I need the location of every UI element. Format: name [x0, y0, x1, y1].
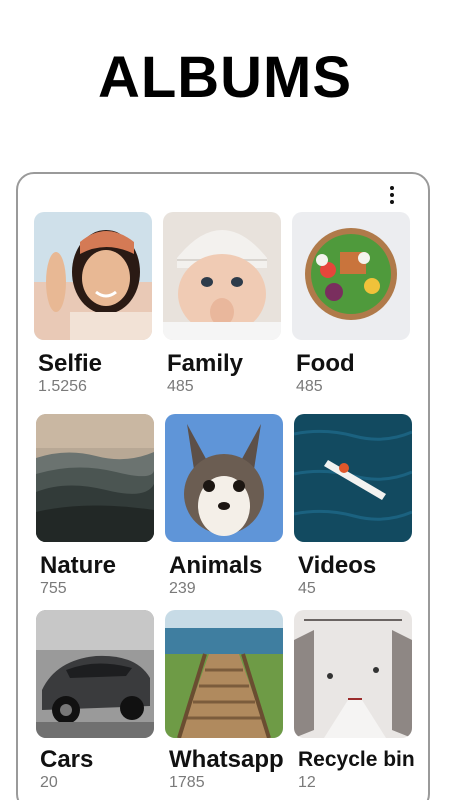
selfie-thumbnail — [34, 212, 152, 340]
album-count: 1.5256 — [38, 378, 87, 395]
album-name: Selfie — [38, 350, 103, 377]
album-animals[interactable]: Animals 239 — [165, 414, 283, 597]
more-vertical-icon[interactable] — [381, 184, 403, 206]
album-name: Whatsapp — [169, 746, 284, 773]
album-videos[interactable]: Videos 45 — [294, 414, 412, 597]
album-name: Nature — [40, 552, 117, 579]
nature-thumbnail — [36, 414, 154, 542]
album-selfie[interactable]: Selfie 1.5256 — [34, 212, 152, 395]
album-nature[interactable]: Nature 755 — [36, 414, 154, 597]
album-count: 45 — [298, 580, 316, 597]
whatsapp-thumbnail — [165, 610, 283, 738]
videos-thumbnail — [294, 414, 412, 542]
recycle-bin-thumbnail — [294, 610, 412, 738]
cars-thumbnail — [36, 610, 154, 738]
album-recycle-bin[interactable]: Recycle bin 12 — [294, 610, 415, 791]
album-name: Recycle bin — [298, 748, 415, 771]
album-whatsapp[interactable]: Whatsapp 1785 — [165, 610, 284, 791]
album-cars[interactable]: Cars 20 — [36, 610, 154, 791]
album-count: 239 — [169, 580, 196, 597]
album-count: 485 — [296, 378, 323, 395]
album-family[interactable]: Family 485 — [163, 212, 281, 395]
album-count: 1785 — [169, 774, 205, 791]
family-thumbnail — [163, 212, 281, 340]
album-count: 755 — [40, 580, 67, 597]
album-count: 485 — [167, 378, 194, 395]
album-name: Animals — [169, 552, 263, 579]
album-name: Videos — [298, 552, 377, 579]
food-thumbnail — [292, 212, 410, 340]
album-count: 12 — [298, 774, 316, 791]
page-title: ALBUMS — [97, 45, 353, 110]
album-count: 20 — [40, 774, 58, 791]
animals-thumbnail — [165, 414, 283, 542]
album-food[interactable]: Food 485 — [292, 212, 410, 395]
album-name: Food — [296, 350, 355, 377]
album-name: Cars — [40, 746, 94, 773]
album-name: Family — [167, 350, 244, 377]
